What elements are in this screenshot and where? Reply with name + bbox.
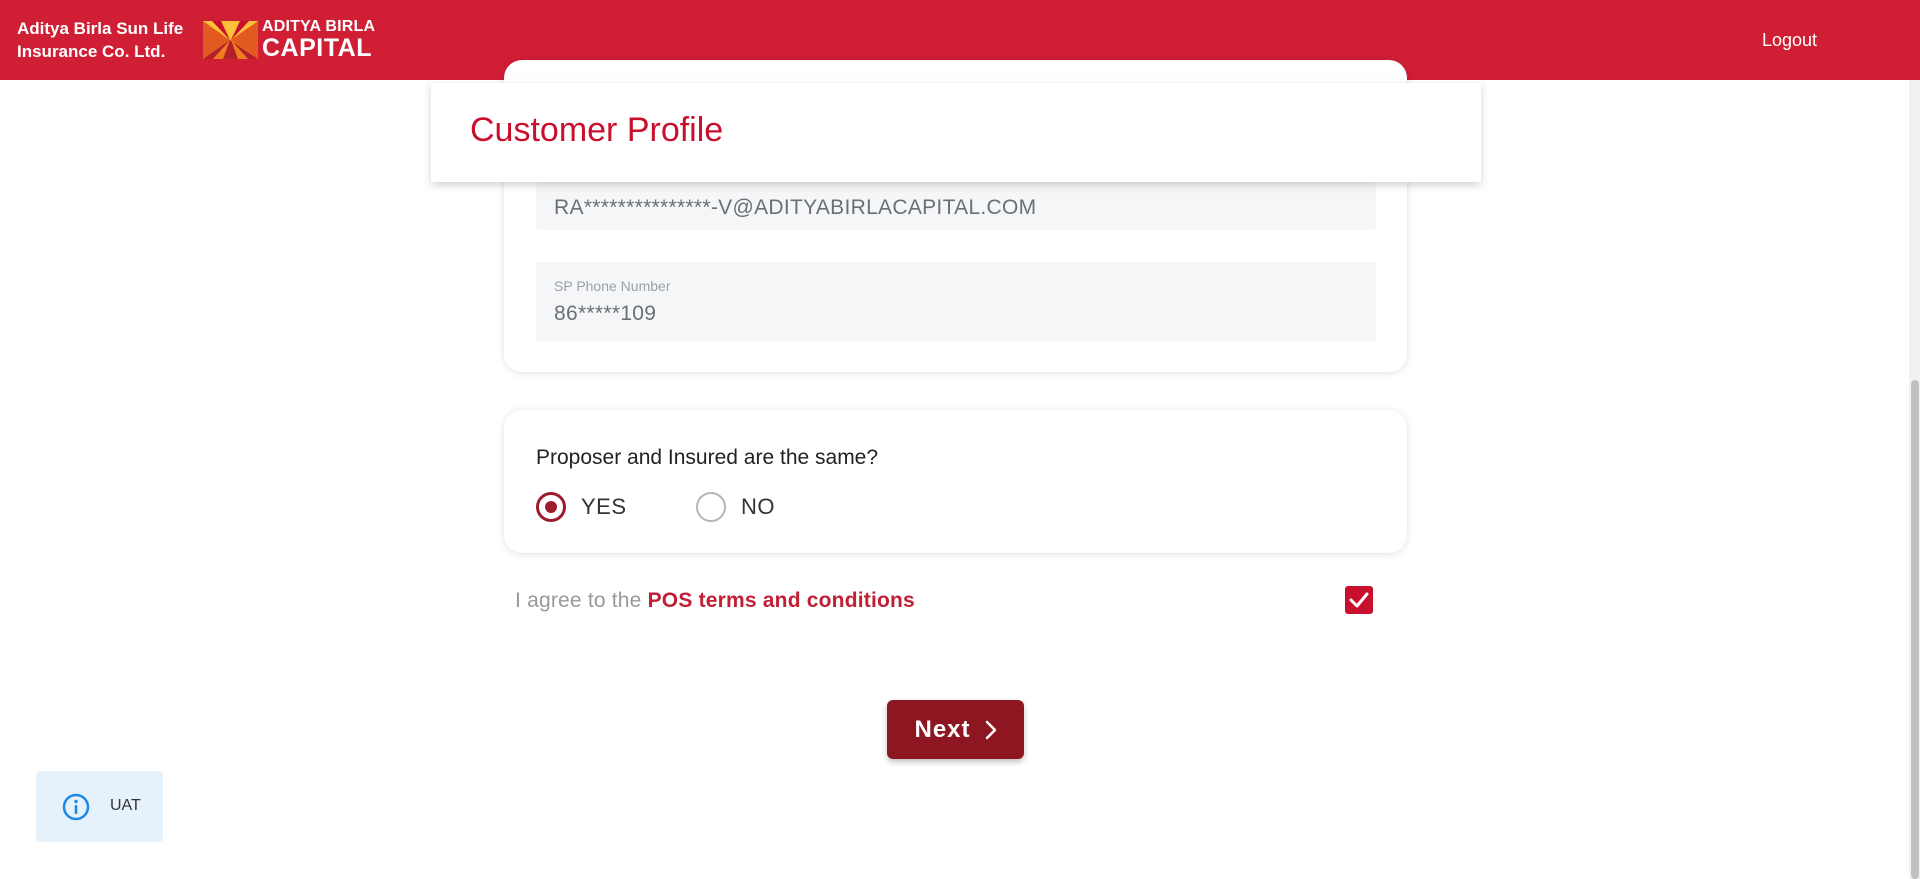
logo-line2: CAPITAL [262,34,372,62]
logo-line1: ADITYA BIRLA [262,18,376,35]
customer-profile-header: Customer Profile [431,83,1481,182]
company-name-line2: Insurance Co. Ltd. [17,42,166,61]
environment-label: UAT [110,797,141,814]
radio-yes-selected-icon[interactable] [536,492,566,522]
sp-email-value: RA***************-V@ADITYABIRLACAPITAL.C… [554,196,1037,219]
vertical-scrollbar-thumb[interactable] [1911,380,1919,879]
environment-badge[interactable]: UAT [36,771,163,842]
radio-yes[interactable]: YES [536,492,627,522]
logo-mark-icon [203,21,258,59]
pos-terms-link[interactable]: POS terms and conditions [648,589,915,612]
info-icon [62,793,90,821]
checkmark-icon [1349,592,1369,608]
radio-no-label: NO [741,494,775,519]
sp-phone-label: SP Phone Number [554,278,671,294]
company-name-line1: Aditya Birla Sun Life [17,19,184,38]
logout-link[interactable]: Logout [1762,30,1817,51]
proposer-insured-card: Proposer and Insured are the same? YES N… [504,410,1407,553]
chevron-right-icon [985,720,996,739]
next-button-label: Next [914,715,971,743]
terms-checkbox[interactable] [1345,586,1373,614]
next-button[interactable]: Next [887,700,1024,759]
radio-no[interactable]: NO [696,492,775,522]
logo-wordmark: ADITYA BIRLA CAPITAL [262,19,375,61]
page-title: Customer Profile [470,111,724,149]
terms-prefix: I agree to the [515,589,648,612]
aditya-birla-capital-logo: ADITYA BIRLA CAPITAL [203,19,375,61]
company-name: Aditya Birla Sun Life Insurance Co. Ltd. [17,17,183,63]
radio-yes-label: YES [581,494,627,519]
terms-agreement-text: I agree to the POS terms and conditions [515,589,915,613]
sp-phone-field[interactable]: SP Phone Number 86*****109 [536,262,1376,341]
sp-phone-value: 86*****109 [554,302,657,325]
radio-no-unselected-icon[interactable] [696,492,726,522]
proposer-insured-question: Proposer and Insured are the same? [536,446,879,469]
sp-email-field[interactable]: RA***************-V@ADITYABIRLACAPITAL.C… [536,182,1376,230]
